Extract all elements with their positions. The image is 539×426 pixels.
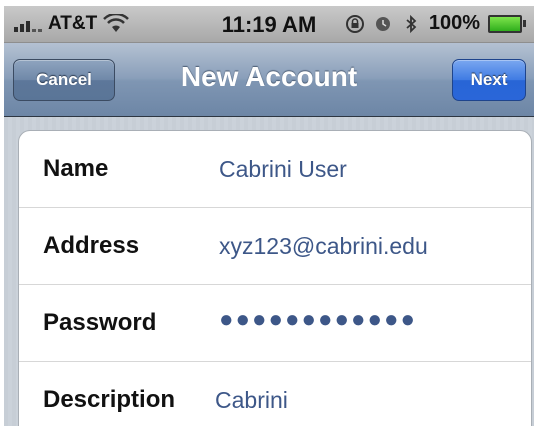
password-label: Password [43, 309, 157, 336]
form-row-name[interactable]: Name Cabrini User [19, 131, 531, 208]
description-label: Description [43, 386, 176, 413]
form-row-password[interactable]: Password ●●●●●●●●●●●● [19, 285, 531, 362]
bluetooth-icon [406, 14, 417, 33]
alarm-icon [375, 16, 390, 31]
form-row-address[interactable]: Address xyz123@cabrini.edu [19, 208, 531, 285]
name-field[interactable]: Cabrini User [219, 156, 347, 183]
frame-top [0, 0, 539, 6]
next-button[interactable]: Next [452, 59, 526, 101]
name-label: Name [43, 155, 109, 182]
password-field[interactable]: ●●●●●●●●●●●● [219, 306, 417, 334]
battery-icon [488, 14, 526, 33]
lock-rotation-icon [345, 14, 364, 33]
form-row-description[interactable]: Description Cabrini [19, 362, 531, 426]
status-right: 100% [345, 12, 526, 35]
phone-screen: AT&T 11:19 AM 100% Cancel New Account Ne… [4, 0, 534, 426]
description-field[interactable]: Cabrini [215, 387, 288, 414]
account-form: Name Cabrini User Address xyz123@cabrini… [18, 130, 532, 426]
battery-percent: 100% [428, 12, 480, 34]
address-field[interactable]: xyz123@cabrini.edu [219, 233, 428, 260]
status-bar: AT&T 11:19 AM 100% [4, 6, 534, 43]
nav-bar: Cancel New Account Next [4, 43, 534, 117]
frame-right [534, 0, 539, 426]
address-label: Address [43, 232, 140, 259]
